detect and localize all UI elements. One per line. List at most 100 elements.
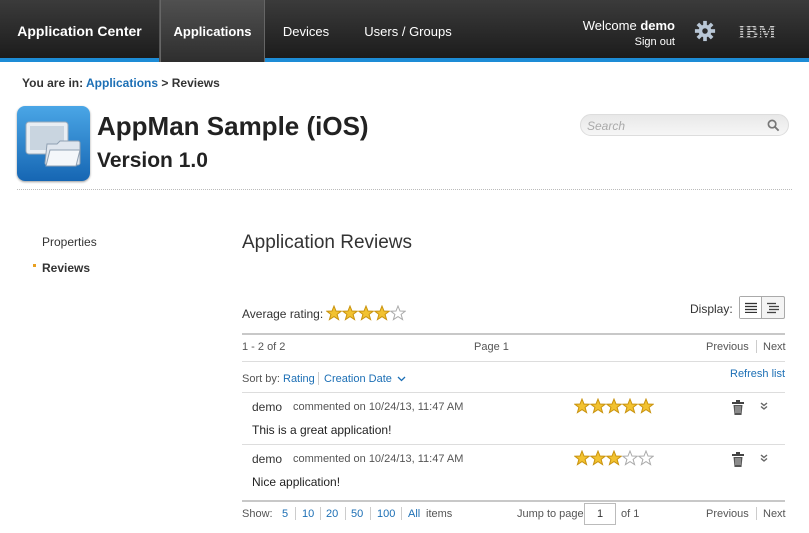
pager-rule [242,361,785,362]
page-size-50[interactable]: 50 [351,508,363,520]
trash-icon[interactable] [731,400,745,415]
size-separator [320,507,321,520]
trash-icon[interactable] [731,452,745,467]
chevron-down-icon [397,376,406,382]
tab-users-groups[interactable]: Users / Groups [356,0,460,62]
welcome-prefix: Welcome [582,18,637,33]
detail-view-icon [767,302,779,313]
star-filled-icon [590,398,606,414]
sidebar-item-reviews[interactable]: Reviews [42,261,90,275]
show-label: Show: [242,508,273,520]
sort-by-creation-date-label: Creation Date [324,373,392,385]
page-indicator: Page 1 [474,341,509,353]
star-filled-icon [606,398,622,414]
breadcrumb-link-applications[interactable]: Applications [86,76,158,90]
star-filled-icon [326,305,342,321]
review-rating-stars [574,450,654,466]
items-label: items [426,508,453,520]
next-page-link[interactable]: Next [763,341,786,353]
selected-indicator [33,264,36,267]
star-empty-icon [638,450,654,466]
star-filled-icon [638,398,654,414]
welcome-block: Welcome demo Sign out [583,18,675,48]
app-version: Version 1.0 [97,149,208,172]
top-navigation-bar: Application Center Applications Devices … [0,0,809,62]
breadcrumb-prefix: You are in: [22,76,84,90]
result-count: 1 - 2 of 2 [242,341,286,353]
page-size-5[interactable]: 5 [282,508,288,520]
list-view-button[interactable] [740,297,763,318]
sign-out-link[interactable]: Sign out [583,36,675,48]
star-filled-icon [574,398,590,414]
page-size-20[interactable]: 20 [326,508,338,520]
list-top-rule [242,333,785,335]
size-separator [401,507,402,520]
list-bottom-rule [242,500,785,502]
pager-separator [756,340,757,353]
welcome-user: demo [640,18,675,33]
ibm-logo: IBM [738,22,776,41]
pager-separator [756,507,757,520]
header-divider [17,189,792,190]
average-rating-stars [326,305,406,321]
list-view-icon [744,302,757,313]
breadcrumb-current: Reviews [171,76,220,90]
sort-by-creation-date[interactable]: Creation Date [324,373,406,385]
tab-devices[interactable]: Devices [272,0,340,62]
review-meta: commented on 10/24/13, 11:47 AM [293,453,464,465]
tab-applications[interactable]: Applications [160,0,265,62]
star-filled-icon [606,450,622,466]
sidebar-item-properties[interactable]: Properties [42,235,97,249]
page-size-100[interactable]: 100 [377,508,395,520]
jump-to-page-input[interactable] [584,503,616,525]
size-separator [295,507,296,520]
sort-rule [242,392,785,393]
search-input[interactable] [587,118,757,133]
review-rating-stars [574,398,654,414]
review-text: Nice application! [252,475,341,489]
ibm-logo-text: IBM [738,22,776,41]
star-empty-icon [622,450,638,466]
footer-next-link[interactable]: Next [763,508,786,520]
expand-chevron-icon[interactable] [759,453,769,463]
breadcrumb: You are in: Applications > Reviews [22,76,220,90]
display-toggle [739,296,785,319]
search-box [580,114,789,136]
star-filled-icon [622,398,638,414]
sort-separator [318,372,319,385]
welcome-text: Welcome demo [583,18,675,33]
expand-chevron-icon[interactable] [759,401,769,411]
detail-view-button[interactable] [762,297,784,318]
gear-icon[interactable] [694,20,716,42]
page-total: of 1 [621,508,640,520]
page-size-10[interactable]: 10 [302,508,314,520]
display-label: Display: [690,302,733,316]
review-meta: commented on 10/24/13, 11:47 AM [293,401,464,413]
search-icon[interactable] [767,119,780,132]
app-name: AppMan Sample (iOS) [97,111,369,141]
sort-label: Sort by: [242,373,280,385]
breadcrumb-separator: > [161,76,169,90]
page-size-all[interactable]: All [408,508,420,520]
review-divider [242,444,785,445]
app-icon [17,106,90,181]
star-filled-icon [574,450,590,466]
brand-title[interactable]: Application Center [0,0,160,62]
size-separator [345,507,346,520]
review-user: demo [252,400,283,414]
star-filled-icon [342,305,358,321]
sort-by-rating[interactable]: Rating [283,373,315,385]
jump-label: Jump to page [517,508,584,520]
footer-previous-link[interactable]: Previous [706,508,749,520]
folder-window-app-icon [25,121,81,167]
star-filled-icon [374,305,390,321]
average-rating-label: Average rating: [242,307,324,321]
refresh-list-link[interactable]: Refresh list [730,368,785,380]
size-separator [370,507,371,520]
review-user: demo [252,452,283,466]
previous-page-link[interactable]: Previous [706,341,749,353]
review-text: This is a great application! [252,423,392,437]
star-filled-icon [590,450,606,466]
star-empty-icon [390,305,406,321]
page-title: Application Reviews [242,232,413,253]
